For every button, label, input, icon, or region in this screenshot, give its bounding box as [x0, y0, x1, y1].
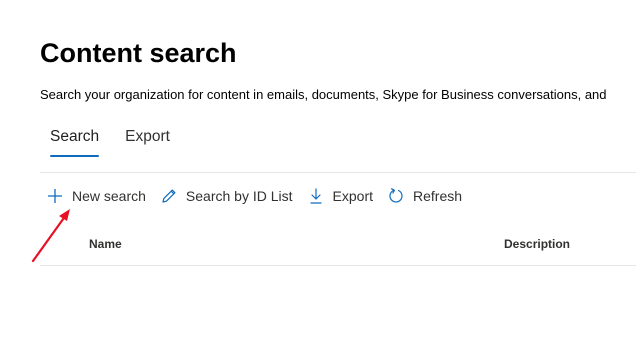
refresh-button[interactable]: Refresh: [387, 184, 462, 208]
download-arrow-icon: [309, 188, 322, 204]
content-search-page: Content search Search your organization …: [0, 0, 636, 342]
command-bar: New search Search by ID List Export Refr…: [46, 184, 476, 208]
red-annotation-arrow-icon: [31, 209, 70, 263]
column-header-name[interactable]: Name: [89, 236, 122, 252]
page-title: Content search: [40, 38, 237, 68]
tab-export[interactable]: Export: [125, 124, 170, 158]
refresh-icon: [389, 188, 403, 203]
tab-bar: Search Export: [50, 124, 170, 158]
toolbar-divider: [40, 172, 636, 173]
refresh-label: Refresh: [413, 188, 463, 204]
pencil-icon: [162, 189, 176, 203]
export-label: Export: [332, 188, 373, 204]
plus-icon: [48, 189, 62, 203]
new-search-button[interactable]: New search: [46, 184, 146, 208]
tab-search[interactable]: Search: [50, 124, 100, 158]
page-description: Search your organization for content in …: [40, 87, 607, 102]
new-search-label: New search: [72, 188, 146, 204]
search-by-id-list-button[interactable]: Search by ID List: [160, 184, 293, 208]
column-header-description[interactable]: Description: [504, 236, 570, 252]
search-by-id-list-label: Search by ID List: [185, 188, 293, 204]
header-row-divider: [40, 265, 636, 266]
export-button[interactable]: Export: [307, 184, 373, 208]
